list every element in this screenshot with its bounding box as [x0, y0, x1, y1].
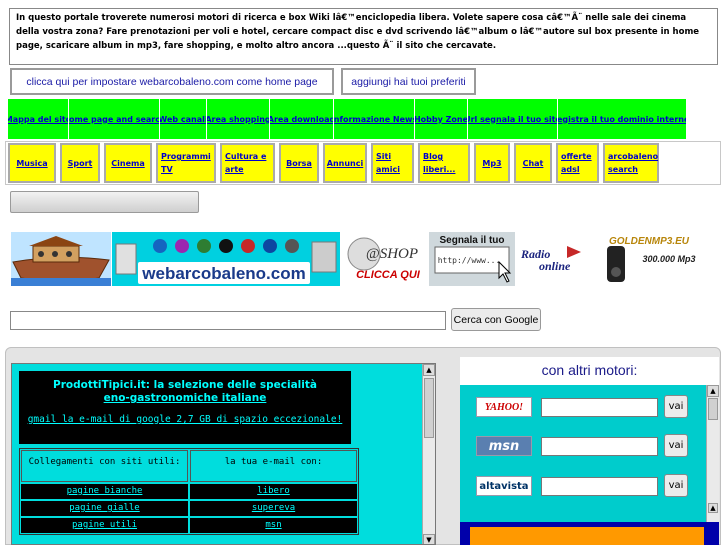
cat-borsa[interactable]: Borsa — [279, 143, 319, 183]
promo-box: ProdottiTipici.it: la selezione delle sp… — [19, 371, 351, 444]
scroll-up-icon[interactable]: ▲ — [423, 364, 435, 376]
ark-icon — [11, 232, 111, 286]
ark-banner[interactable] — [11, 232, 111, 286]
nav-shopping[interactable]: Area shopping — [207, 99, 270, 139]
webarcobaleno-logo-icon: webarcobaleno.com — [112, 232, 340, 286]
nav-home-search[interactable]: Home page and search — [69, 99, 160, 139]
nav-register-domain[interactable]: Registra il tuo dominio internet — [558, 99, 687, 139]
google-search-input[interactable] — [10, 311, 446, 330]
add-favorites-button[interactable]: aggiungi hai tuoi preferiti — [341, 68, 476, 95]
goldenmp3-banner[interactable]: GOLDENMP3.EU 300.000 Mp3 — [589, 232, 709, 286]
cat-cultura[interactable]: Cultura e arte — [220, 143, 275, 183]
radio-online-banner[interactable]: Radio online — [517, 232, 585, 286]
cat-musica[interactable]: Musica — [8, 143, 56, 183]
cat-cinema[interactable]: Cinema — [104, 143, 152, 183]
segnala-browser-icon: Segnala il tuo http://www... — [429, 232, 515, 286]
webarcobaleno-text: webarcobaleno.com — [141, 264, 305, 283]
msn-search-input[interactable] — [541, 437, 658, 456]
promo-title[interactable]: ProdottiTipici.it: la selezione delle sp… — [19, 379, 351, 391]
msn-go-button[interactable]: vai — [664, 434, 688, 457]
engine-yahoo: YAHOO! vai — [476, 395, 701, 421]
engine-msn: msn vai — [476, 434, 701, 460]
nav-web-channels[interactable]: Web canali — [160, 99, 207, 139]
gmail-link[interactable]: gmail la e-mail di google 2,7 GB di spaz… — [19, 413, 351, 427]
webarcobaleno-banner[interactable]: webarcobaleno.com — [112, 232, 340, 286]
altavista-go-button[interactable]: vai — [664, 474, 688, 497]
svg-text:online: online — [539, 259, 571, 273]
table-header: Collegamenti con siti utili: — [21, 450, 188, 482]
yahoo-go-button[interactable]: vai — [664, 395, 688, 418]
altavista-logo-icon: altavista — [476, 476, 532, 496]
svg-text:GOLDENMP3.EU: GOLDENMP3.EU — [609, 236, 690, 247]
svg-text:Segnala il tuo: Segnala il tuo — [439, 235, 504, 246]
yahoo-logo-icon: YAHOO! — [476, 397, 532, 417]
svg-text:300.000 Mp3: 300.000 Mp3 — [642, 254, 695, 264]
yahoo-search-input[interactable] — [541, 398, 658, 417]
google-search-button[interactable]: Cerca con Google — [451, 308, 541, 331]
table-header: la tua e-mail con: — [190, 450, 357, 482]
svg-text:@SHOP: @SHOP — [366, 246, 418, 262]
category-bar: Musica Sport Cinema Programmi TV Cultura… — [5, 141, 721, 185]
table-row: pagine utili msn — [20, 517, 358, 534]
cat-sport[interactable]: Sport — [60, 143, 100, 183]
cat-offerte-adsl[interactable]: offerte adsl — [556, 143, 599, 183]
link-libero[interactable]: libero — [190, 484, 357, 499]
other-engines-panel: con altri motori: YAHOO! vai msn vai alt… — [460, 357, 719, 545]
cat-chat[interactable]: Chat — [514, 143, 552, 183]
shop-banner[interactable]: @SHOP CLICCA QUI — [344, 232, 427, 286]
link-pagine-gialle[interactable]: pagine gialle — [21, 501, 188, 516]
nav-news[interactable]: Informazione News — [334, 99, 415, 139]
main-nav: Mappa del sito Home page and search Web … — [8, 99, 687, 139]
other-engines-title: con altri motori: — [460, 357, 719, 385]
cat-siti-amici[interactable]: Siti amici — [371, 143, 414, 183]
promo-subtitle[interactable]: eno-gastronomiche italiane — [19, 392, 351, 404]
ad-box — [460, 522, 719, 545]
set-homepage-button[interactable]: clicca qui per impostare webarcobaleno.c… — [10, 68, 334, 95]
scroll-thumb[interactable] — [424, 378, 434, 438]
scroll-up-icon[interactable]: ▲ — [707, 385, 719, 397]
radio-play-icon: Radio online — [517, 232, 585, 286]
link-pagine-bianche[interactable]: pagine bianche — [21, 484, 188, 499]
scroll-down-icon[interactable]: ▼ — [423, 534, 435, 544]
engine-altavista: altavista vai — [476, 474, 701, 500]
altavista-search-input[interactable] — [541, 477, 658, 496]
nav-download[interactable]: Area download — [270, 99, 334, 139]
intro-text: In questo portale troverete numerosi mot… — [9, 8, 718, 65]
engines-iframe[interactable]: YAHOO! vai msn vai altavista vai — [460, 385, 719, 545]
segnala-sito-banner[interactable]: Segnala il tuo http://www... — [429, 232, 515, 286]
svg-text:CLICCA QUI: CLICCA QUI — [356, 269, 421, 281]
nav-hobby[interactable]: Hobby Zone — [415, 99, 468, 139]
table-row: pagine gialle supereva — [20, 500, 358, 517]
cat-annunci[interactable]: Annunci — [323, 143, 367, 183]
nav-submit-url[interactable]: Url segnala il tuo sito — [468, 99, 558, 139]
link-pagine-utili[interactable]: pagine utili — [21, 518, 188, 533]
scroll-up-icon[interactable]: ▲ — [708, 503, 718, 513]
left-scrollbar[interactable]: ▲ ▼ — [422, 364, 435, 544]
cat-arcobaleno-search[interactable]: arcobaleno search — [603, 143, 659, 183]
link-supereva[interactable]: supereva — [190, 501, 357, 516]
nav-sitemap[interactable]: Mappa del sito — [8, 99, 69, 139]
shop-cart-icon: @SHOP CLICCA QUI — [344, 232, 427, 286]
left-iframe[interactable]: ProdottiTipici.it: la selezione delle sp… — [11, 363, 436, 545]
right-scrollbar[interactable]: ▲ ▲ — [706, 385, 719, 545]
link-msn[interactable]: msn — [190, 518, 357, 533]
msn-logo-icon: msn — [476, 436, 532, 456]
svg-text:http://www...: http://www... — [438, 256, 501, 265]
cat-blog[interactable]: Blog liberi... — [418, 143, 470, 183]
cat-programmi-tv[interactable]: Programmi TV — [156, 143, 216, 183]
links-table: Collegamenti con siti utili: la tua e-ma… — [19, 448, 359, 535]
mp3-player-icon: GOLDENMP3.EU 300.000 Mp3 — [589, 232, 709, 286]
blank-toolbar-button[interactable] — [10, 191, 199, 213]
ad-box-inner — [470, 527, 704, 545]
table-row: pagine bianche libero — [20, 483, 358, 500]
scroll-thumb[interactable] — [708, 398, 718, 420]
cat-mp3[interactable]: Mp3 — [474, 143, 510, 183]
